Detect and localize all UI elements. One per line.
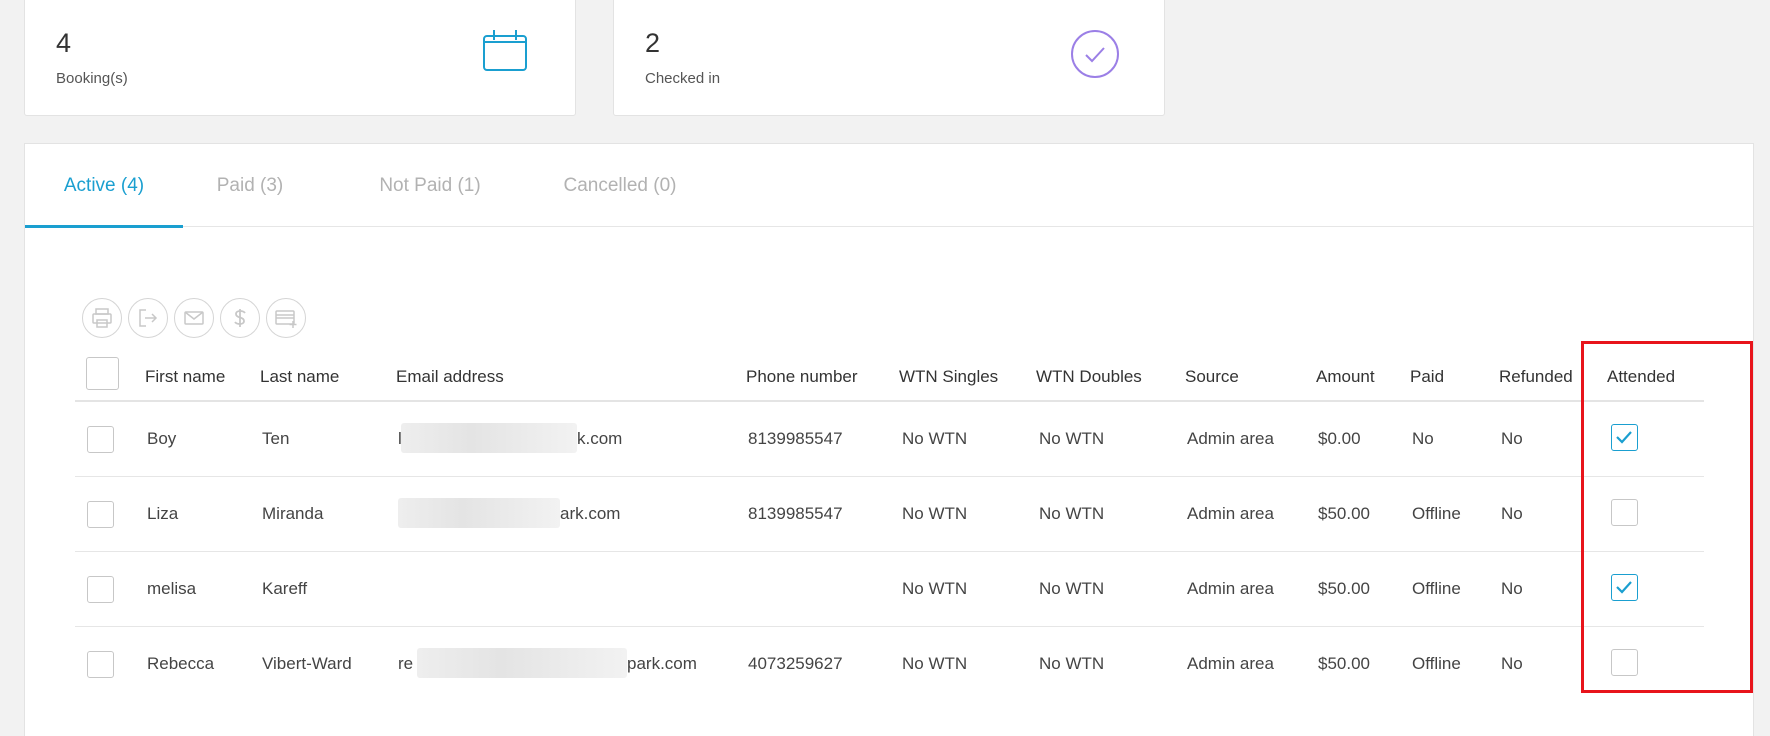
cell-source: Admin area	[1187, 429, 1274, 448]
cell-refunded: No	[1501, 504, 1523, 523]
print-icon	[92, 308, 112, 328]
table-header: First name Last name Email address Phone…	[75, 348, 1704, 402]
column-email[interactable]: Email address	[396, 367, 504, 387]
cell-amount: $50.00	[1318, 504, 1370, 523]
row-select-checkbox[interactable]	[87, 501, 114, 528]
bookings-panel: Active (4) Paid (3) Not Paid (1) Cancell…	[24, 143, 1754, 736]
cell-wtn-singles: No WTN	[902, 429, 968, 448]
cell-paid: No	[1412, 429, 1434, 448]
column-amount[interactable]: Amount	[1316, 367, 1375, 387]
column-refunded[interactable]: Refunded	[1499, 367, 1573, 387]
cell-wtn-doubles: No WTN	[1039, 429, 1105, 448]
add-card-icon	[275, 310, 297, 328]
cell-last-name: Vibert-Ward	[262, 654, 352, 673]
table-row[interactable]: melisa Kareff No WTN No WTN Admin area $…	[75, 552, 1704, 627]
export-button[interactable]	[128, 298, 168, 338]
tab-paid[interactable]: Paid (3)	[195, 144, 305, 227]
cell-phone: 8139985547	[748, 504, 843, 523]
row-select-checkbox[interactable]	[87, 651, 114, 678]
table-row[interactable]: Liza Miranda ark.com 8139985547 No WTN N…	[75, 477, 1704, 552]
payment-button[interactable]	[220, 298, 260, 338]
cell-paid: Offline	[1412, 654, 1461, 673]
cell-wtn-doubles: No WTN	[1039, 504, 1105, 523]
cell-email-prefix: re	[398, 654, 414, 673]
row-select-checkbox[interactable]	[87, 426, 114, 453]
cell-source: Admin area	[1187, 504, 1274, 523]
column-wtn-doubles[interactable]: WTN Doubles	[1036, 367, 1142, 387]
column-wtn-singles[interactable]: WTN Singles	[899, 367, 998, 387]
email-button[interactable]	[174, 298, 214, 338]
redacted-email	[398, 498, 560, 528]
cell-last-name: Kareff	[262, 579, 308, 598]
check-circle-icon	[1070, 29, 1120, 84]
table-row[interactable]: Rebecca Vibert-Ward re park.com 40732596…	[75, 627, 1704, 702]
column-source[interactable]: Source	[1185, 367, 1239, 387]
cell-source: Admin area	[1187, 654, 1274, 673]
tab-active[interactable]: Active (4)	[25, 144, 183, 228]
cell-wtn-doubles: No WTN	[1039, 579, 1105, 598]
cell-last-name: Ten	[262, 429, 290, 448]
cell-first-name: Liza	[147, 504, 179, 523]
tab-cancelled[interactable]: Cancelled (0)	[540, 144, 700, 227]
redacted-email	[417, 648, 627, 678]
cell-refunded: No	[1501, 429, 1523, 448]
cell-phone: 4073259627	[748, 654, 843, 673]
cell-first-name: Rebecca	[147, 654, 215, 673]
export-icon	[139, 309, 158, 327]
cell-wtn-singles: No WTN	[902, 504, 968, 523]
checked-in-count: 2	[645, 28, 661, 58]
cell-email-suffix: park.com	[627, 654, 697, 673]
cell-email-suffix: ark.com	[560, 504, 621, 523]
tabs: Active (4) Paid (3) Not Paid (1) Cancell…	[25, 144, 1753, 228]
cell-refunded: No	[1501, 654, 1523, 673]
row-select-checkbox[interactable]	[87, 576, 114, 603]
tab-not-paid[interactable]: Not Paid (1)	[360, 144, 500, 227]
calendar-icon	[482, 28, 528, 79]
cell-email-suffix: k.com	[577, 429, 623, 448]
cell-amount: $50.00	[1318, 654, 1370, 673]
cell-wtn-singles: No WTN	[902, 579, 968, 598]
attended-column-highlight	[1581, 341, 1753, 693]
email-icon	[184, 311, 204, 325]
cell-first-name: Boy	[147, 429, 177, 448]
bookings-card: 4 Booking(s)	[24, 0, 576, 116]
cell-refunded: No	[1501, 579, 1523, 598]
bookings-count: 4	[56, 28, 72, 58]
cell-amount: $0.00	[1318, 429, 1361, 448]
redacted-email	[401, 423, 577, 453]
cell-paid: Offline	[1412, 579, 1461, 598]
column-phone[interactable]: Phone number	[746, 367, 858, 387]
cell-first-name: melisa	[147, 579, 197, 598]
cell-phone: 8139985547	[748, 429, 843, 448]
select-all-checkbox[interactable]	[86, 357, 119, 390]
checked-in-card: 2 Checked in	[613, 0, 1165, 116]
cell-wtn-doubles: No WTN	[1039, 654, 1105, 673]
dollar-icon	[234, 309, 246, 327]
column-first-name[interactable]: First name	[145, 367, 225, 387]
add-card-button[interactable]	[266, 298, 306, 338]
bookings-label: Booking(s)	[56, 70, 128, 87]
table-row[interactable]: Boy Ten l k.com 8139985547 No WTN No WTN…	[75, 402, 1704, 477]
cell-amount: $50.00	[1318, 579, 1370, 598]
cell-paid: Offline	[1412, 504, 1461, 523]
checked-in-label: Checked in	[645, 70, 721, 87]
cell-wtn-singles: No WTN	[902, 654, 968, 673]
column-last-name[interactable]: Last name	[260, 367, 339, 387]
print-button[interactable]	[82, 298, 122, 338]
cell-source: Admin area	[1187, 579, 1274, 598]
cell-last-name: Miranda	[262, 504, 324, 523]
column-paid[interactable]: Paid	[1410, 367, 1444, 387]
